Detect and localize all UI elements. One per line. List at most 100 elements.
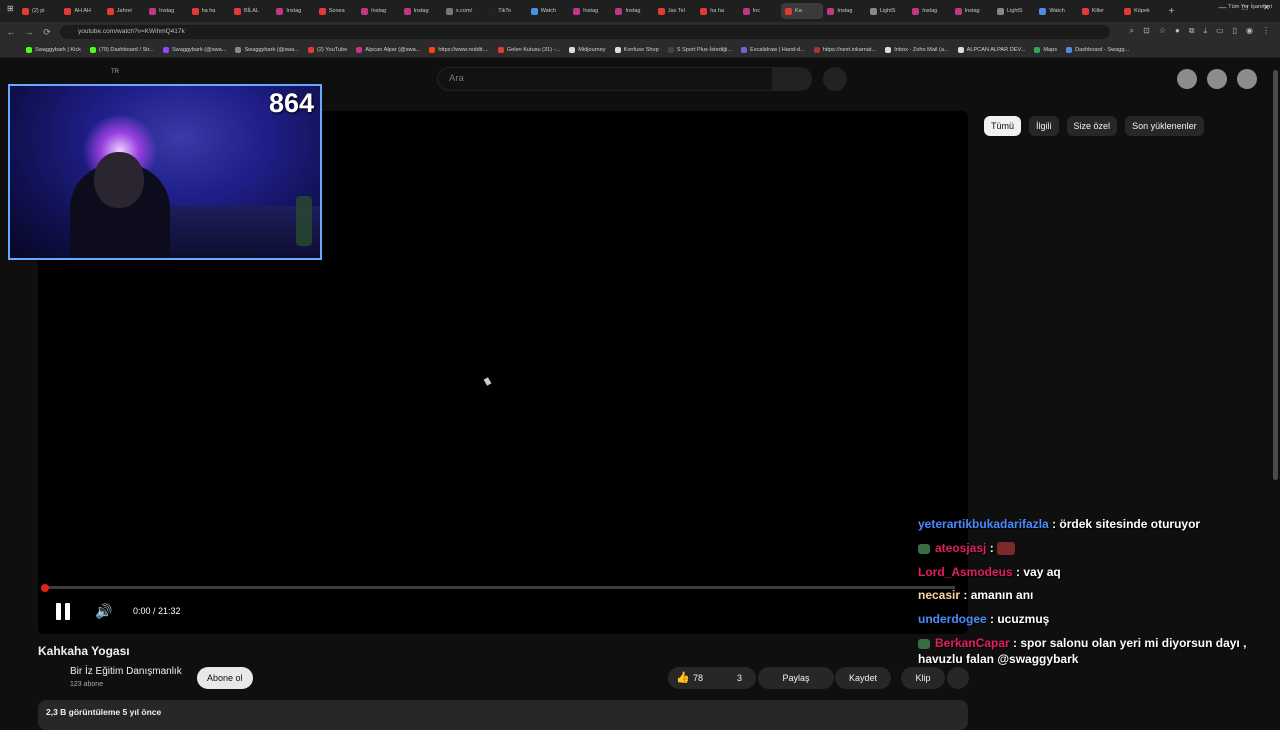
bookmark-item[interactable]: Midjourney xyxy=(569,46,606,53)
forward-icon[interactable]: → xyxy=(22,27,36,37)
bookmark-item[interactable]: Inbox - Zoho Mail (a... xyxy=(885,46,949,53)
browser-tab[interactable]: ha ha xyxy=(188,3,230,19)
filter-chip[interactable]: İlgili xyxy=(1029,116,1059,136)
browser-tab[interactable]: LightS xyxy=(993,3,1035,19)
browser-tab[interactable]: Instag xyxy=(569,3,611,19)
browser-tab[interactable]: LightS xyxy=(866,3,908,19)
bookmark-item[interactable]: Swaggybark | Kick xyxy=(26,46,81,53)
reload-icon[interactable]: ⟳ xyxy=(40,27,54,38)
browser-tab[interactable]: Sonea xyxy=(315,3,357,19)
tab-label: (2) pi xyxy=(32,8,45,14)
bookmark-item[interactable]: Alpcan Alpar (@swa... xyxy=(356,46,420,53)
browser-tab[interactable]: (2) pi xyxy=(18,3,60,19)
bookmark-label: Konfuse Shop xyxy=(623,46,659,53)
new-tab-icon[interactable]: + xyxy=(1169,6,1175,17)
streamer-head xyxy=(94,152,144,208)
browser-tab[interactable]: Jahrei xyxy=(103,3,145,19)
bookmark-favicon-icon xyxy=(569,46,576,53)
browser-tab[interactable]: Inc xyxy=(739,3,781,19)
browser-tab[interactable]: Instag xyxy=(823,3,865,19)
browser-tab[interactable]: TikTo xyxy=(484,3,526,19)
avatar[interactable] xyxy=(1237,69,1257,89)
browser-tab[interactable]: Ka xyxy=(781,3,824,19)
progress-scrubber[interactable] xyxy=(41,584,49,592)
chat-username: underdogee xyxy=(918,612,987,627)
create-button[interactable] xyxy=(1177,69,1197,89)
browser-tab[interactable]: x.com/ xyxy=(442,3,484,19)
back-icon[interactable]: ← xyxy=(4,27,18,37)
browser-tab[interactable]: Instag xyxy=(272,3,314,19)
voice-search-button[interactable] xyxy=(823,67,847,91)
zoom-icon[interactable]: ⌕ xyxy=(1130,26,1134,36)
url-field[interactable]: youtube.com/watch?v=KWihmQ417k xyxy=(60,25,1110,39)
bookmark-item[interactable]: Konfuse Shop xyxy=(614,46,659,53)
bookmark-item[interactable]: (2) YouTube xyxy=(307,46,347,53)
bookmark-item[interactable]: S Sport Plus-İstediği... xyxy=(667,46,732,53)
pause-icon[interactable] xyxy=(56,603,70,620)
extensions-puzzle-icon[interactable]: ⧉ xyxy=(1189,26,1195,36)
browser-tab[interactable]: Köpek xyxy=(1120,3,1162,19)
description-box[interactable]: 2,3 B görüntüleme 5 yıl önce xyxy=(38,700,968,730)
browser-tab[interactable]: Watch xyxy=(1035,3,1077,19)
bookmarks-bar: Swaggybark | Kick (79) Dashboard / Str...… xyxy=(0,42,1280,58)
bookmark-item[interactable]: Gelen Kutusu (31) -... xyxy=(497,46,560,53)
profile-icon[interactable]: ◉ xyxy=(1246,26,1253,36)
all-bookmarks-link[interactable]: Tüm Yer İşaretleri xyxy=(1228,4,1272,10)
bookmark-item[interactable]: Excalidraw | Hand-d... xyxy=(741,46,805,53)
bookmark-label: Swaggybark (@swa... xyxy=(244,46,299,53)
browser-tab[interactable]: Instag xyxy=(951,3,993,19)
browser-tab[interactable]: Instag xyxy=(611,3,653,19)
notifications-button[interactable] xyxy=(1207,69,1227,89)
bookmark-item[interactable]: https://www.reddit.... xyxy=(429,46,489,53)
chat-username: yeterartikbukadarifazla xyxy=(918,517,1049,531)
bookmark-item[interactable]: Dashboard - Swagg... xyxy=(1066,46,1129,53)
tab-favicon-icon xyxy=(191,7,199,15)
browser-tab[interactable]: AH AH xyxy=(60,3,102,19)
minimize-icon[interactable]: — xyxy=(1218,3,1226,12)
channel-name[interactable]: Bir İz Eğitim Danışmanlık xyxy=(70,666,182,677)
bookmark-item[interactable]: Swaggybark (@swa... xyxy=(235,46,299,53)
bookmark-item[interactable]: https://next.inkarnat... xyxy=(813,46,876,53)
download-icon[interactable]: ⤓ xyxy=(1204,26,1208,36)
browser-tab[interactable]: Instag xyxy=(908,3,950,19)
dislike-count[interactable]: 3 xyxy=(737,667,742,689)
volume-icon[interactable]: 🔊 xyxy=(95,603,112,620)
cast-icon[interactable]: ▭ xyxy=(1216,26,1224,36)
install-icon[interactable]: ⊡ xyxy=(1143,26,1150,36)
sidebar-icon[interactable]: ▯ xyxy=(1233,26,1237,36)
browser-tab[interactable]: Killer xyxy=(1078,3,1120,19)
menu-icon[interactable]: ⋮ xyxy=(1262,26,1270,36)
share-button[interactable]: Paylaş xyxy=(758,667,834,689)
address-bar-icons: ⌕ ⊡ ☆ ● ⧉ ⤓ ▭ ▯ ◉ ⋮ xyxy=(1130,26,1270,36)
bookmark-item[interactable]: Maps xyxy=(1034,46,1057,53)
browser-tab[interactable]: ha ha xyxy=(696,3,738,19)
bookmark-favicon-icon xyxy=(497,46,504,53)
like-count[interactable]: 78 xyxy=(693,667,703,689)
bookmark-item[interactable]: Swaggybark (@swa... xyxy=(162,46,226,53)
bookmark-favicon-icon xyxy=(885,46,892,53)
save-button[interactable]: Kaydet xyxy=(835,667,891,689)
extension-icon[interactable]: ● xyxy=(1175,26,1180,36)
browser-tab[interactable]: Instag xyxy=(357,3,399,19)
progress-bar[interactable] xyxy=(45,586,955,589)
bookmark-item[interactable]: ALPCAN ALPAR DEV... xyxy=(957,46,1025,53)
bookmark-favicon-icon xyxy=(1034,46,1041,53)
tab-favicon-icon xyxy=(276,7,284,15)
filter-chip[interactable]: Tümü xyxy=(984,116,1022,136)
search-input[interactable]: Ara xyxy=(437,67,773,91)
filter-chip[interactable]: Size özel xyxy=(1066,116,1118,136)
browser-tab[interactable]: Jax Tel xyxy=(654,3,696,19)
browser-tab[interactable]: BİLAL xyxy=(230,3,272,19)
subscribe-button[interactable]: Abone ol xyxy=(197,667,253,689)
browser-tab[interactable]: Instag xyxy=(400,3,442,19)
search-button[interactable] xyxy=(772,67,812,91)
bookmark-item[interactable]: (79) Dashboard / Str... xyxy=(89,46,154,53)
bookmark-star-icon[interactable]: ☆ xyxy=(1159,26,1166,36)
browser-tab[interactable]: Watch xyxy=(527,3,569,19)
video-title: Kahkaha Yogası xyxy=(38,644,130,658)
page-scrollbar[interactable] xyxy=(1273,70,1278,480)
apps-grid-icon[interactable]: ⊞ xyxy=(7,4,14,13)
browser-tab[interactable]: Instag xyxy=(145,3,187,19)
thumbs-up-icon[interactable]: 👍 xyxy=(676,667,690,689)
filter-chip[interactable]: Son yüklenenler xyxy=(1125,116,1204,136)
